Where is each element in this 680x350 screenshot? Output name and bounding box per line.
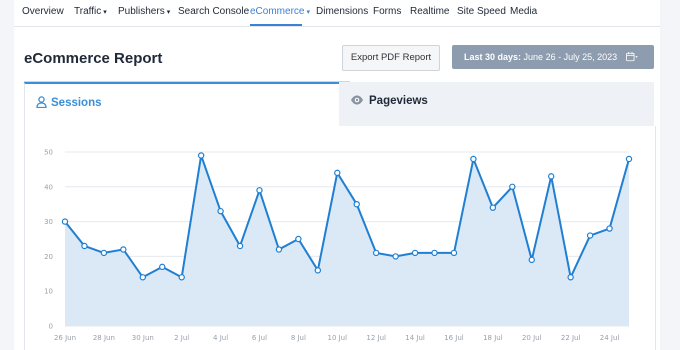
x-tick-label: 22 Jul <box>561 334 581 342</box>
nav-dimensions[interactable]: Dimensions <box>316 6 368 18</box>
x-tick-label: 6 Jul <box>252 334 267 342</box>
nav-publishers[interactable]: Publishers ▾ <box>118 6 170 19</box>
export-pdf-button[interactable]: Export PDF Report <box>342 45 440 71</box>
data-point <box>470 155 477 163</box>
x-tick-label: 24 Jul <box>600 334 620 342</box>
data-point <box>334 169 341 177</box>
data-point <box>295 235 302 243</box>
nav-media[interactable]: Media <box>510 6 537 18</box>
x-tick-label: 10 Jul <box>327 334 347 342</box>
top-nav: Overview Traffic ▾ Publishers ▾ Search Con… <box>14 0 660 27</box>
page-title: eCommerce Report <box>24 50 163 67</box>
data-point <box>236 242 244 250</box>
data-point <box>509 183 516 191</box>
y-tick-label: 0 <box>49 323 53 331</box>
y-tick-label: 50 <box>44 149 53 157</box>
nav-ecommerce[interactable]: eCommerce ▾ <box>250 6 310 19</box>
series-area <box>65 155 629 326</box>
chevron-down-icon: ▾ <box>306 9 310 16</box>
data-point <box>159 263 166 271</box>
data-point <box>528 256 535 264</box>
x-tick-label: 18 Jul <box>483 334 503 342</box>
y-tick-label: 30 <box>44 218 53 226</box>
tab-sessions-label: Sessions <box>51 97 102 109</box>
data-point <box>275 246 283 253</box>
chevron-down-icon: ▾ <box>166 9 171 16</box>
x-tick-label: 30 Jun <box>132 334 154 342</box>
date-range-text: Last 30 days: June 26 - July 25, 2023 <box>464 45 617 69</box>
data-point <box>81 242 88 250</box>
data-point <box>139 274 146 281</box>
data-point <box>120 246 127 253</box>
data-point <box>392 253 399 260</box>
date-range-value: June 26 - July 25, 2023 <box>523 52 618 62</box>
x-tick-label: 2 Jul <box>174 334 189 342</box>
sessions-chart-panel: 0 10 20 30 40 50 26 Jun 28 Jun 30 Jun 2 Jul 4 Jul 6… <box>24 126 656 350</box>
nav-realtime[interactable]: Realtime <box>410 6 449 18</box>
user-icon <box>36 96 47 108</box>
nav-realtime-label: Realtime <box>410 6 450 17</box>
data-point <box>431 249 438 257</box>
nav-site-speed-label: Site Speed <box>457 6 506 17</box>
data-point <box>314 267 322 274</box>
x-tick-label: 4 Jul <box>213 334 228 342</box>
calendar-icon <box>626 52 638 62</box>
app-shell: Overview Traffic ▾ Publishers ▾ Search Con… <box>14 0 660 350</box>
data-point <box>372 249 380 257</box>
nav-ecommerce-label: eCommerce <box>250 6 305 17</box>
data-point <box>256 187 263 194</box>
nav-traffic[interactable]: Traffic ▾ <box>74 6 107 19</box>
nav-media-label: Media <box>510 6 538 17</box>
x-tick-label: 28 Jun <box>93 334 115 342</box>
data-point <box>586 232 594 239</box>
nav-search-console-label: Search Console <box>178 6 250 17</box>
data-point <box>489 204 497 211</box>
y-tick-label: 40 <box>44 183 53 191</box>
chevron-down-icon: ▾ <box>103 9 107 16</box>
metric-tabs: Sessions Pageviews <box>24 82 654 127</box>
nav-forms[interactable]: Forms <box>373 6 401 18</box>
tab-pageviews-label: Pageviews <box>369 95 428 107</box>
date-range-prefix: Last 30 days: <box>464 52 522 62</box>
data-point <box>353 200 360 208</box>
x-tick-label: 26 Jun <box>54 334 76 342</box>
nav-search-console[interactable]: Search Console <box>178 6 249 18</box>
data-point <box>548 173 555 180</box>
nav-publishers-label: Publishers <box>118 6 165 17</box>
y-tick-label: 20 <box>44 253 53 261</box>
x-tick-label: 16 Jul <box>444 334 464 342</box>
data-point <box>61 218 69 225</box>
x-tick-label: 20 Jul <box>522 334 542 342</box>
data-point <box>450 249 458 257</box>
tab-sessions[interactable]: Sessions <box>24 82 339 127</box>
data-point <box>606 225 613 232</box>
eye-icon <box>351 95 363 105</box>
nav-overview-label: Overview <box>22 6 64 17</box>
data-point <box>197 152 205 159</box>
data-point <box>411 249 419 257</box>
data-point <box>567 274 574 281</box>
data-point <box>178 274 185 281</box>
nav-dimensions-label: Dimensions <box>316 6 369 17</box>
x-tick-label: 14 Jul <box>405 334 425 342</box>
x-tick-label: 8 Jul <box>291 334 306 342</box>
sessions-chart: 0 10 20 30 40 50 26 Jun 28 Jun 30 Jun 2 Jul 4 Jul 6… <box>44 149 633 342</box>
y-tick-label: 10 <box>44 288 53 296</box>
tab-pageviews[interactable]: Pageviews <box>339 82 654 127</box>
nav-forms-label: Forms <box>373 6 402 17</box>
data-point <box>100 249 108 257</box>
x-tick-label: 12 Jul <box>366 334 386 342</box>
nav-site-speed[interactable]: Site Speed <box>457 6 506 18</box>
nav-overview[interactable]: Overview <box>22 6 64 18</box>
nav-traffic-label: Traffic <box>74 6 102 17</box>
active-tab-indicator <box>250 24 302 26</box>
date-range-picker[interactable]: Last 30 days: June 26 - July 25, 2023 <box>452 45 654 69</box>
data-point <box>217 207 224 215</box>
data-point <box>625 155 633 163</box>
